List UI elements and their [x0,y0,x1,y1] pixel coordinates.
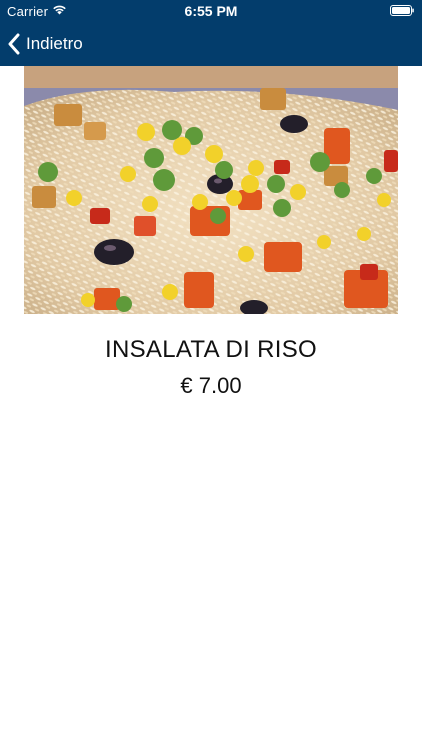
product-image [24,66,398,314]
chevron-left-icon [8,33,20,55]
back-button[interactable]: Indietro [8,30,83,58]
product-price: € 7.00 [180,373,242,398]
product-detail-screen: Carrier 6:55 PM Indietro INSALATA DI RIS… [0,0,422,750]
rice-salad-photo [24,66,398,314]
battery-icon [390,5,414,16]
top-bar: Carrier 6:55 PM Indietro [0,0,422,66]
navigation-bar: Indietro [0,22,422,66]
back-label: Indietro [26,34,83,53]
status-bar: Carrier 6:55 PM [0,0,422,22]
status-time: 6:55 PM [184,3,238,19]
product-name: INSALATA DI RISO [105,336,317,363]
